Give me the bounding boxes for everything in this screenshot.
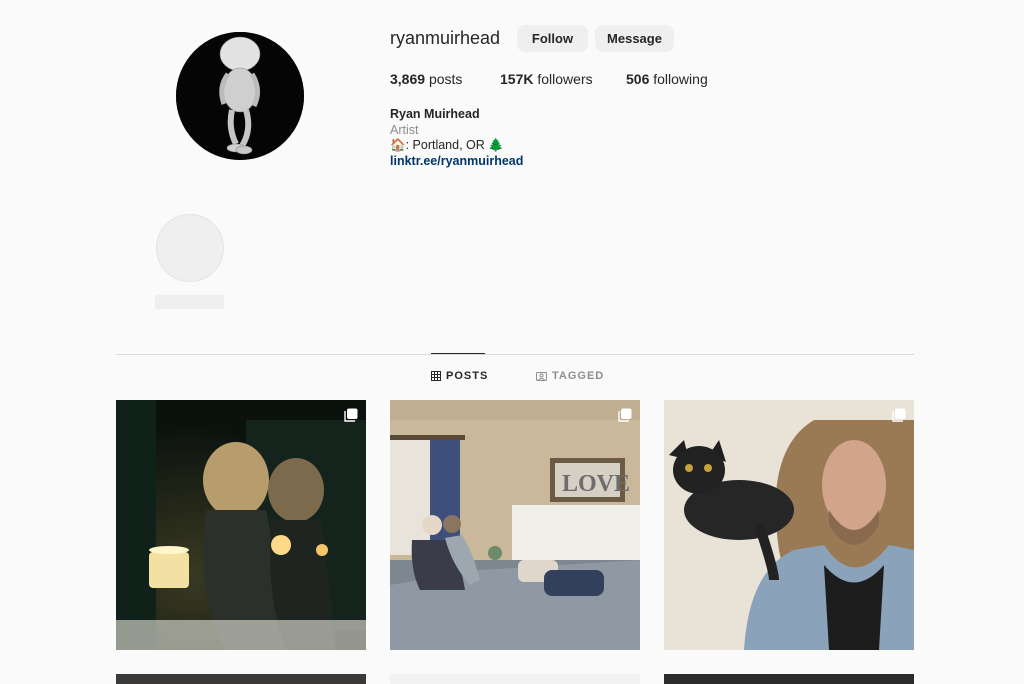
- tab-tagged-label: TAGGED: [552, 370, 605, 382]
- highlight-placeholder-circle: [156, 214, 224, 282]
- active-tab-indicator: [431, 353, 485, 354]
- followers-label: followers: [537, 71, 593, 87]
- profile-username: ryanmuirhead: [390, 28, 501, 48]
- post-tile[interactable]: [390, 674, 640, 684]
- location-text: : Portland, OR: [405, 138, 489, 152]
- post-tile[interactable]: [664, 674, 914, 684]
- multi-photo-icon: [892, 408, 906, 422]
- following-count: 506: [626, 71, 650, 87]
- tab-posts[interactable]: POSTS: [431, 370, 488, 382]
- profile-bio: Ryan Muirhead Artist 🏠: Portland, OR 🌲 l…: [390, 107, 523, 169]
- post-image-candles: [116, 400, 366, 650]
- post-tile[interactable]: [116, 400, 366, 650]
- following-label: following: [653, 71, 708, 87]
- followers-stat[interactable]: 157K followers: [500, 71, 593, 87]
- posts-stat: 3,869 posts: [390, 71, 462, 87]
- message-button[interactable]: Message: [595, 25, 674, 52]
- multi-photo-icon: [344, 408, 358, 422]
- posts-count: 3,869: [390, 71, 426, 87]
- tree-emoji-icon: 🌲: [488, 138, 504, 152]
- tagged-icon: [536, 372, 547, 381]
- posts-label: posts: [428, 71, 463, 87]
- avatar-figure-image: [176, 32, 304, 160]
- highlight-placeholder-label: [155, 295, 224, 309]
- profile-category: Artist: [390, 122, 419, 137]
- following-stat[interactable]: 506 following: [626, 71, 708, 87]
- profile-link[interactable]: linktr.ee/ryanmuirhead: [390, 154, 523, 170]
- profile-avatar[interactable]: [176, 32, 304, 160]
- multi-photo-icon: [618, 408, 632, 422]
- post-tile[interactable]: [664, 400, 914, 650]
- post-tile[interactable]: [116, 674, 366, 684]
- followers-count: 157K: [500, 71, 534, 87]
- profile-full-name: Ryan Muirhead: [390, 107, 480, 121]
- tabs-divider: [116, 354, 914, 355]
- house-emoji-icon: 🏠: [390, 138, 406, 152]
- grid-icon: [431, 371, 441, 381]
- follow-button[interactable]: Follow: [517, 25, 588, 52]
- tab-tagged[interactable]: TAGGED: [536, 370, 604, 382]
- post-tile[interactable]: LOVE: [390, 400, 640, 650]
- tab-posts-label: POSTS: [446, 370, 489, 382]
- post-image-bedroom: LOVE: [390, 400, 640, 650]
- profile-location: 🏠: Portland, OR 🌲: [390, 138, 523, 154]
- svg-text:LOVE: LOVE: [562, 471, 630, 497]
- post-image-man-with-cat: [664, 400, 914, 650]
